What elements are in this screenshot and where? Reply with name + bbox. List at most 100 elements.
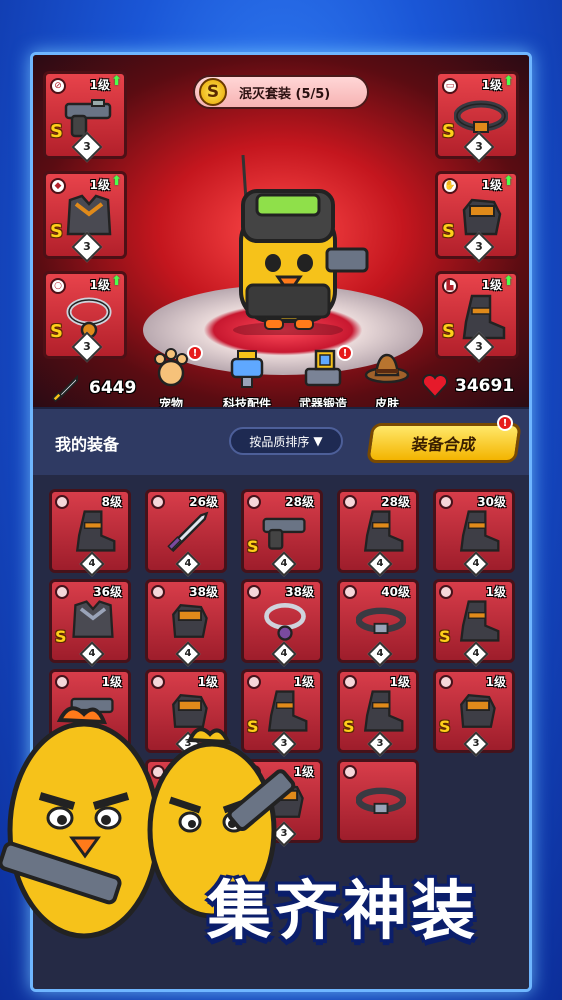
star-badge: 4 xyxy=(271,641,297,667)
slot-level: 1级 xyxy=(89,178,110,192)
slot-type-icon xyxy=(247,585,261,599)
health-value: 34691 xyxy=(455,376,515,396)
equip-slot-armor[interactable]: ◆ 1级 ⬆ S 3 xyxy=(43,171,127,263)
glove-icon xyxy=(172,604,208,638)
grade-letter: S xyxy=(55,627,67,646)
notification-badge: ! xyxy=(187,345,203,361)
equip-slot-gloves[interactable]: ✋ 1级 ⬆ S 3 xyxy=(435,171,519,263)
armor-icon xyxy=(72,600,114,638)
armor-slot-icon: ◆ xyxy=(50,178,66,194)
boot-icon xyxy=(75,510,116,552)
grade-letter: S xyxy=(50,321,63,342)
inventory-item[interactable]: 1级S3 xyxy=(433,669,515,757)
necklace-slot-icon: ○ xyxy=(50,278,66,294)
inventory-item[interactable]: 36级 S 4 xyxy=(49,579,131,667)
inventory-item[interactable]: 38级 4 xyxy=(145,579,227,667)
feature-pet[interactable]: ! 宠物 xyxy=(137,345,205,412)
grade-letter: S xyxy=(439,717,451,736)
inventory-item[interactable]: 28级 S 4 xyxy=(241,489,323,577)
star-badge: 4 xyxy=(79,641,105,667)
equip-slot-boots[interactable]: ▙ 1级 ⬆ S 3 xyxy=(435,271,519,363)
feature-skin[interactable]: 皮肤 xyxy=(353,345,421,412)
grade-letter: S xyxy=(442,321,455,342)
grade-letter: S xyxy=(439,627,451,646)
upgrade-arrow-icon: ⬆ xyxy=(503,274,514,289)
attack-stat: 6449 xyxy=(51,373,136,403)
belt-slot-icon: ▭ xyxy=(442,78,458,94)
inventory-item[interactable]: 1级 S 4 xyxy=(433,579,515,667)
grade-letter: S xyxy=(50,221,63,242)
star-badge: 4 xyxy=(367,641,393,667)
equipment-header: 我的装备 按品质排序 ▼ 装备合成 ! xyxy=(33,407,529,475)
my-equipment-title: 我的装备 xyxy=(55,435,120,454)
upgrade-arrow-icon: ⬆ xyxy=(503,174,514,189)
boot-icon xyxy=(363,510,404,552)
sort-by-quality-button[interactable]: 按品质排序 ▼ xyxy=(229,427,343,455)
slot-type-icon xyxy=(151,495,165,509)
sort-label: 按品质排序 xyxy=(249,434,310,449)
slot-type-icon xyxy=(247,675,261,689)
upgrade-arrow-icon: ⬆ xyxy=(111,174,122,189)
slot-type-icon xyxy=(151,675,165,689)
necklace-icon xyxy=(264,602,306,641)
star-badge: 3 xyxy=(463,731,489,757)
equip-slot-belt[interactable]: ▭ 1级 ⬆ S 3 xyxy=(435,71,519,163)
inventory-item[interactable]: 28级 4 xyxy=(337,489,419,577)
slot-type-icon xyxy=(55,585,69,599)
feature-tech-parts[interactable]: 科技配件 xyxy=(213,345,281,412)
star-badge: 4 xyxy=(463,551,489,577)
equip-slot-necklace[interactable]: ○ 1级 ⬆ S 3 xyxy=(43,271,127,363)
inventory-item[interactable] xyxy=(337,759,419,843)
notification-badge: ! xyxy=(497,415,513,431)
slot-level: 1级 xyxy=(481,278,502,292)
boot-icon xyxy=(459,600,500,642)
grade-letter: S xyxy=(442,121,455,142)
inventory-item[interactable]: 26级 4 xyxy=(145,489,227,577)
upgrade-arrow-icon: ⬆ xyxy=(111,274,122,289)
set-banner[interactable]: S 泯灭套装 (5/5) xyxy=(193,75,369,109)
hero-character xyxy=(233,155,369,335)
inventory-item[interactable]: 38级 4 xyxy=(241,579,323,667)
inventory-item[interactable]: 30级 4 xyxy=(433,489,515,577)
upgrade-arrow-icon: ⬆ xyxy=(503,74,514,89)
slot-type-icon xyxy=(439,585,453,599)
star-badge: 4 xyxy=(79,551,105,577)
star-badge: 4 xyxy=(463,641,489,667)
pistol-icon xyxy=(262,517,306,550)
inventory-item[interactable]: 8级 4 xyxy=(49,489,131,577)
equip-slot-weapon[interactable]: ⊘ 1级 ⬆ S 3 xyxy=(43,71,127,163)
grade-letter: S xyxy=(50,121,63,142)
set-grade-badge: S xyxy=(199,78,227,106)
hero-showcase: S 泯灭套装 (5/5) ⊘ 1级 ⬆ S 3 ◆ 1级 ⬆ S 3 ○ 1级 … xyxy=(33,55,529,411)
boot-icon xyxy=(363,690,404,732)
slot-type-icon xyxy=(343,675,357,689)
slot-type-icon xyxy=(343,585,357,599)
slot-type-icon xyxy=(439,675,453,689)
notification-badge: ! xyxy=(337,345,353,361)
belt-icon xyxy=(356,787,406,814)
sword-icon xyxy=(51,374,78,403)
slot-level: 1级 xyxy=(89,78,110,92)
boot-icon xyxy=(459,510,500,552)
hat-icon xyxy=(364,353,410,384)
grade-letter: S xyxy=(247,537,259,556)
star-badge: 4 xyxy=(175,641,201,667)
weapon-slot-icon: ⊘ xyxy=(50,78,66,94)
feature-weapon-forge[interactable]: ! 武器锻造 xyxy=(289,345,357,412)
slot-type-icon xyxy=(343,495,357,509)
boot-slot-icon: ▙ xyxy=(442,278,458,294)
promo-slogan: 集齐神装 xyxy=(207,875,479,949)
glove-slot-icon: ✋ xyxy=(442,178,458,194)
inventory-item[interactable]: 40级 4 xyxy=(337,579,419,667)
glove-icon xyxy=(460,694,496,728)
slot-type-icon xyxy=(55,675,69,689)
attack-value: 6449 xyxy=(89,378,137,398)
equipment-merge-button[interactable]: 装备合成 xyxy=(366,423,522,463)
belt-icon xyxy=(356,607,406,634)
chevron-down-icon: ▼ xyxy=(313,434,323,448)
sword-icon xyxy=(167,511,209,553)
slot-level: 1级 xyxy=(481,78,502,92)
inventory-item[interactable]: 1级S3 xyxy=(337,669,419,757)
star-badge: 4 xyxy=(271,551,297,577)
star-badge: 3 xyxy=(367,731,393,757)
